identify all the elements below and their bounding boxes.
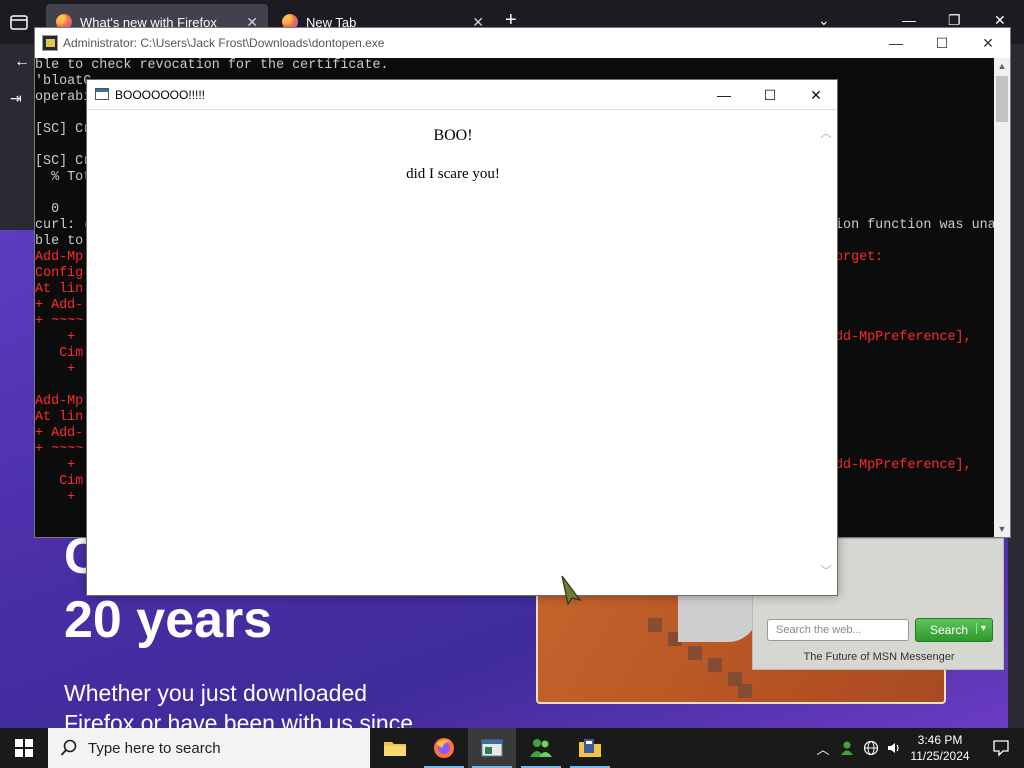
- console-line: At lin: [35, 410, 84, 425]
- console-line: dd-MpPreference],: [835, 330, 972, 345]
- hero-subtitle-1: Whether you just downloaded: [64, 680, 368, 706]
- console-line: Add-Mp: [35, 250, 84, 265]
- console-line: Config: [35, 266, 84, 281]
- firefox-sidebar: ⇥: [0, 84, 34, 230]
- console-line: +: [35, 362, 84, 377]
- console-scrollbar[interactable]: ▲ ▼: [994, 58, 1010, 537]
- minimize-icon[interactable]: —: [873, 28, 919, 58]
- taskbar-downloads-folder[interactable]: [566, 728, 614, 768]
- console-line: operabi: [35, 90, 92, 105]
- console-line: ion function was una: [835, 218, 995, 233]
- msn-search-button[interactable]: Search ▾: [915, 618, 993, 642]
- console-line: dd-MpPreference],: [835, 458, 972, 473]
- console-line: + Add-: [35, 298, 84, 313]
- boo-message: did I scare you!: [406, 166, 500, 182]
- taskbar-search-box[interactable]: Type here to search: [48, 728, 370, 768]
- network-globe-icon[interactable]: [860, 728, 882, 768]
- folder-app-icon: [579, 739, 601, 757]
- console-line: 'bloatC: [35, 74, 92, 89]
- boo-content: BOO! did I scare you! ︿ ﹀: [87, 110, 832, 595]
- boo-heading: BOO!: [433, 127, 473, 144]
- taskbar: Type here to search ︿ 3:46 PM 11/25/2024: [0, 728, 1024, 768]
- mouse-cursor-icon: [561, 575, 582, 606]
- msn-caption: The Future of MSN Messenger: [803, 651, 955, 663]
- msn-search-input[interactable]: Search the web...: [767, 619, 909, 641]
- boo-title-bar[interactable]: BOOOOOOO!!!!! — ☐ ✕: [87, 80, 837, 110]
- minimize-icon[interactable]: —: [701, 80, 747, 110]
- minimize-icon[interactable]: —: [902, 12, 916, 28]
- scroll-down-icon[interactable]: ﹀: [820, 562, 832, 579]
- start-button[interactable]: [0, 728, 48, 768]
- boo-dialog[interactable]: BOOOOOOO!!!!! — ☐ ✕ BOO! did I scare you…: [86, 79, 838, 596]
- console-line: + ~~~~: [35, 442, 84, 457]
- system-clock[interactable]: 3:46 PM 11/25/2024: [904, 732, 976, 764]
- scroll-thumb[interactable]: [996, 76, 1008, 122]
- tab-list-icon[interactable]: [8, 12, 30, 32]
- windows-logo-icon: [15, 739, 33, 757]
- back-arrow-icon[interactable]: ←: [14, 53, 30, 71]
- console-line: +: [35, 330, 84, 345]
- taskbar-firefox[interactable]: [420, 728, 468, 768]
- taskbar-msn-messenger[interactable]: [517, 728, 565, 768]
- console-line: [SC] Cr: [35, 122, 92, 137]
- scroll-down-icon[interactable]: ▼: [994, 521, 1010, 537]
- console-line: At lin: [35, 282, 84, 297]
- maximize-icon[interactable]: ☐: [747, 80, 793, 110]
- msn-buddy-icon: [530, 739, 552, 757]
- console-line: Add-Mp: [35, 394, 84, 409]
- boo-title: BOOOOOOO!!!!!: [115, 87, 206, 102]
- clock-time: 3:46 PM: [917, 733, 963, 747]
- search-icon: [60, 739, 77, 756]
- console-title: Administrator: C:\Users\Jack Frost\Downl…: [63, 36, 385, 50]
- console-line: [SC] Cr: [35, 154, 92, 169]
- console-line: Cim: [35, 346, 84, 361]
- sign-in-icon[interactable]: ⇥: [10, 90, 22, 107]
- console-line: orget:: [835, 250, 884, 265]
- console-line: % Tot: [35, 170, 92, 185]
- volume-icon[interactable]: [884, 728, 904, 768]
- console-app-icon: [42, 35, 58, 51]
- folder-icon: [384, 742, 406, 756]
- maximize-icon[interactable]: ☐: [919, 28, 965, 58]
- show-hidden-icons-icon[interactable]: ︿: [812, 728, 834, 768]
- console-title-bar[interactable]: Administrator: C:\Users\Jack Frost\Downl…: [35, 28, 1010, 58]
- console-app-icon: [481, 739, 503, 757]
- taskbar-console-app[interactable]: [468, 728, 516, 768]
- console-line: + ~~~~: [35, 314, 84, 329]
- console-line: +: [35, 458, 84, 473]
- window-icon: [95, 88, 109, 100]
- clock-date: 11/25/2024: [910, 749, 970, 763]
- firefox-icon: [434, 738, 454, 758]
- msn-search-label: Search: [930, 623, 969, 637]
- console-line: ble to check revocation for the certific…: [35, 58, 389, 73]
- console-line: curl: (: [35, 218, 92, 233]
- dropdown-arrow-icon[interactable]: ▾: [975, 623, 986, 634]
- scroll-up-icon[interactable]: ▲: [994, 58, 1010, 74]
- hero-subtitle-2: Firefox or have been with us since: [64, 710, 414, 728]
- scroll-up-icon[interactable]: ︿: [820, 124, 832, 141]
- console-line: Cim: [35, 474, 84, 489]
- close-icon[interactable]: ✕: [793, 80, 839, 110]
- close-icon[interactable]: ✕: [965, 28, 1011, 58]
- taskbar-search-placeholder: Type here to search: [88, 739, 221, 757]
- illustration-shape: [678, 594, 758, 642]
- console-line: 0: [35, 202, 60, 217]
- taskbar-file-explorer[interactable]: [371, 728, 419, 768]
- console-line: +: [35, 490, 84, 505]
- hero-heading: 20 years: [64, 591, 273, 649]
- console-line: + Add-: [35, 426, 84, 441]
- msn-tray-icon[interactable]: [836, 728, 858, 768]
- console-line: ble to: [35, 234, 84, 249]
- notifications-icon[interactable]: [978, 728, 1024, 768]
